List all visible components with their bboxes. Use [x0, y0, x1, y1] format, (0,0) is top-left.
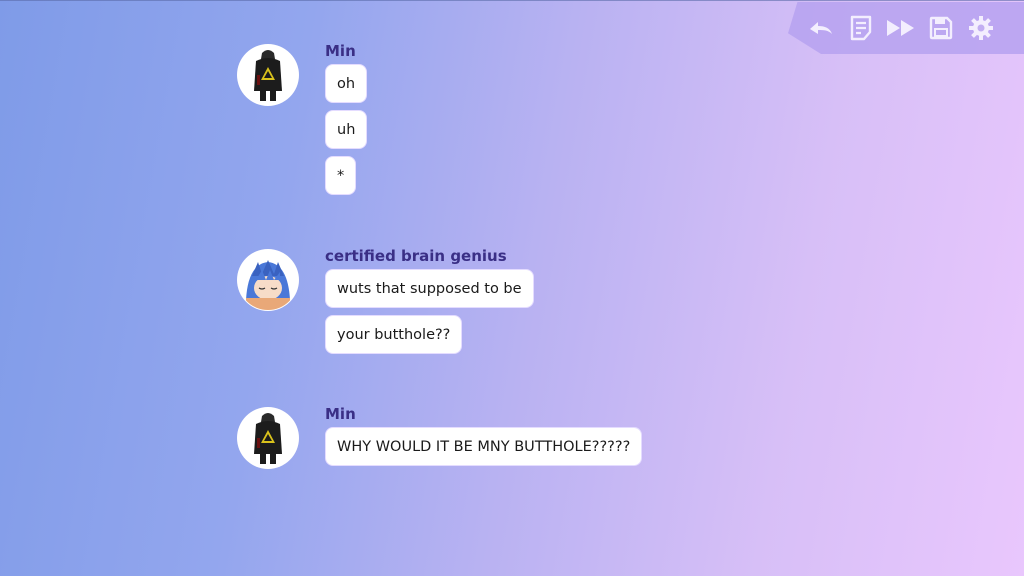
avatar — [237, 249, 299, 311]
fast-forward-icon — [887, 20, 914, 36]
document-lines-icon — [850, 15, 872, 41]
message-group: Min WHY WOULD IT BE MNY BUTTHOLE????? — [237, 405, 937, 475]
sender-name: Min — [325, 405, 356, 423]
avatar — [237, 44, 299, 106]
message-bubble: WHY WOULD IT BE MNY BUTTHOLE????? — [325, 427, 643, 466]
black-robed-figure-avatar — [238, 408, 298, 468]
settings-button[interactable] — [966, 13, 996, 43]
message-group: Min oh uh * — [237, 42, 937, 202]
save-button[interactable] — [926, 13, 956, 43]
message-bubble: wuts that supposed to be — [325, 269, 534, 308]
message-bubble: * — [325, 156, 357, 195]
message-bubble: oh — [325, 64, 368, 103]
avatar — [237, 407, 299, 469]
black-robed-figure-avatar — [238, 45, 298, 105]
gear-icon — [969, 16, 993, 40]
sender-name: Min — [325, 42, 356, 60]
top-border — [0, 0, 1024, 1]
curved-arrow-left-icon — [810, 22, 832, 34]
back-button[interactable] — [806, 13, 836, 43]
message-bubble: your butthole?? — [325, 315, 463, 354]
message-bubble: uh — [325, 110, 368, 149]
history-button[interactable] — [846, 13, 876, 43]
message-group: certified brain genius wuts that suppose… — [237, 247, 937, 362]
floppy-disk-icon — [929, 16, 953, 40]
message-bubbles: WHY WOULD IT BE MNY BUTTHOLE????? — [325, 427, 643, 466]
sender-name: certified brain genius — [325, 247, 507, 265]
message-bubbles: oh uh * — [325, 64, 368, 195]
skip-button[interactable] — [886, 13, 916, 43]
blue-haired-anime-girl-avatar — [238, 250, 298, 310]
message-bubbles: wuts that supposed to be your butthole?? — [325, 269, 534, 354]
